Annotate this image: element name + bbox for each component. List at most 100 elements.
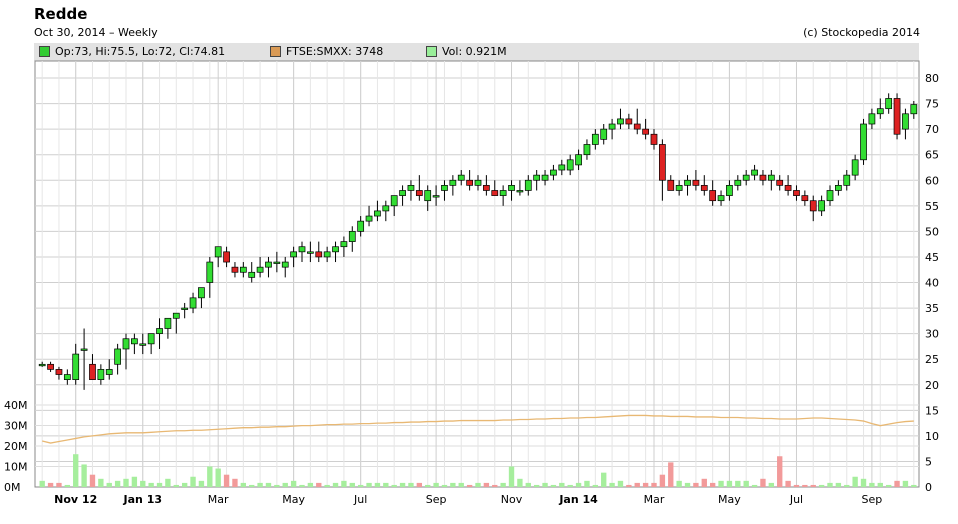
candle-body	[659, 144, 666, 181]
candle-body	[516, 190, 524, 193]
volume-bar	[718, 480, 724, 487]
volume-bar	[500, 482, 506, 487]
candle-body	[625, 118, 633, 125]
volume-bar	[441, 484, 448, 487]
volume-bar	[341, 480, 347, 487]
candle-body	[432, 195, 440, 198]
candle-body	[348, 231, 356, 242]
candle-body	[868, 113, 876, 125]
candle-body	[72, 353, 80, 380]
volume-bar	[626, 484, 632, 487]
price-tick-label: 70	[925, 123, 939, 136]
volume-bar	[173, 484, 179, 487]
candle-body	[885, 98, 893, 110]
price-tick-label: 55	[925, 200, 939, 213]
volume-bar	[249, 484, 255, 487]
volume-bar	[366, 482, 372, 487]
candle-body	[533, 174, 541, 181]
volume-bar	[257, 482, 263, 487]
candle-body	[734, 179, 742, 186]
candle-body	[709, 190, 717, 202]
candle-body	[340, 241, 348, 248]
price-tick-label: 0	[925, 481, 932, 494]
volume-bar	[659, 474, 666, 487]
candle-body	[307, 251, 314, 254]
volume-bar	[676, 480, 682, 487]
candle-body	[63, 374, 71, 380]
volume-bar	[232, 478, 238, 487]
candle-body	[315, 251, 323, 258]
volume-bar	[793, 484, 800, 487]
candle-body	[239, 266, 247, 273]
month-tick-label: Jan 13	[123, 493, 162, 506]
candle-body	[223, 251, 230, 263]
candle-body	[298, 246, 306, 253]
candle-body	[784, 185, 792, 191]
volume-bar	[726, 480, 733, 487]
volume-bar	[98, 478, 104, 487]
volume-bar	[617, 480, 624, 487]
candle-body	[281, 261, 289, 268]
volume-bar	[693, 482, 699, 487]
candle-body	[667, 179, 675, 191]
candle-body	[910, 104, 918, 115]
volume-tick-label: 0M	[4, 481, 21, 494]
volume-bar	[492, 484, 498, 487]
volume-bar	[282, 482, 288, 487]
candle-body	[591, 133, 599, 145]
volume-bar	[131, 476, 138, 487]
volume-bar	[81, 464, 87, 487]
month-tick-label: Nov	[501, 493, 523, 506]
volume-bar	[609, 482, 615, 487]
price-tick-label: 10	[925, 430, 939, 443]
volume-bar	[399, 482, 406, 487]
candle-body	[642, 128, 649, 135]
volume-bar	[894, 480, 900, 487]
volume-bar	[357, 484, 364, 487]
candle-body	[131, 338, 138, 345]
candle-body	[164, 317, 172, 329]
volume-bar	[542, 482, 548, 487]
candle-body	[323, 251, 331, 258]
volume-bar	[198, 480, 205, 487]
candle-body	[466, 179, 473, 186]
volume-bar	[642, 482, 649, 487]
volume-bar	[383, 482, 389, 487]
stock-chart: 0 5 10 15 20 25 30 35 40 45 50 55 60 65 70 75 80 0M 10M 20M…	[4, 60, 939, 506]
month-tick-label: Jul	[353, 493, 367, 506]
candle-body	[717, 195, 725, 202]
candle-body	[365, 215, 373, 222]
candle-body	[105, 369, 113, 375]
volume-bar	[73, 454, 79, 487]
candle-body	[181, 307, 189, 310]
volume-bar	[533, 484, 540, 487]
volume-bar	[39, 480, 45, 487]
candle-body	[826, 190, 834, 202]
volume-bar	[550, 484, 557, 487]
volume-bar	[140, 480, 146, 487]
volume-tick-label: 40M	[4, 399, 28, 412]
candlestick	[860, 118, 867, 165]
volume-tick-label: 20M	[4, 440, 28, 453]
candle-body	[122, 338, 130, 350]
volume-bar	[735, 480, 741, 487]
volume-bar	[525, 482, 531, 487]
month-tick-label: Jan 14	[558, 493, 598, 506]
volume-bar	[810, 484, 816, 487]
volume-bar	[265, 482, 272, 487]
candle-body	[617, 118, 624, 125]
candle-body	[97, 369, 105, 380]
candle-body	[893, 98, 901, 135]
volume-bar	[701, 478, 707, 487]
price-tick-label: 30	[925, 328, 939, 341]
volume-bar	[433, 482, 439, 487]
volume-bar	[332, 482, 339, 487]
volume-bar	[835, 482, 842, 487]
candle-body	[332, 246, 339, 253]
candle-body	[860, 123, 867, 161]
candle-body	[566, 159, 574, 171]
volume-bar	[215, 468, 221, 487]
candle-body	[851, 159, 859, 176]
volume-bar	[902, 480, 909, 487]
volume-bar	[592, 484, 599, 487]
